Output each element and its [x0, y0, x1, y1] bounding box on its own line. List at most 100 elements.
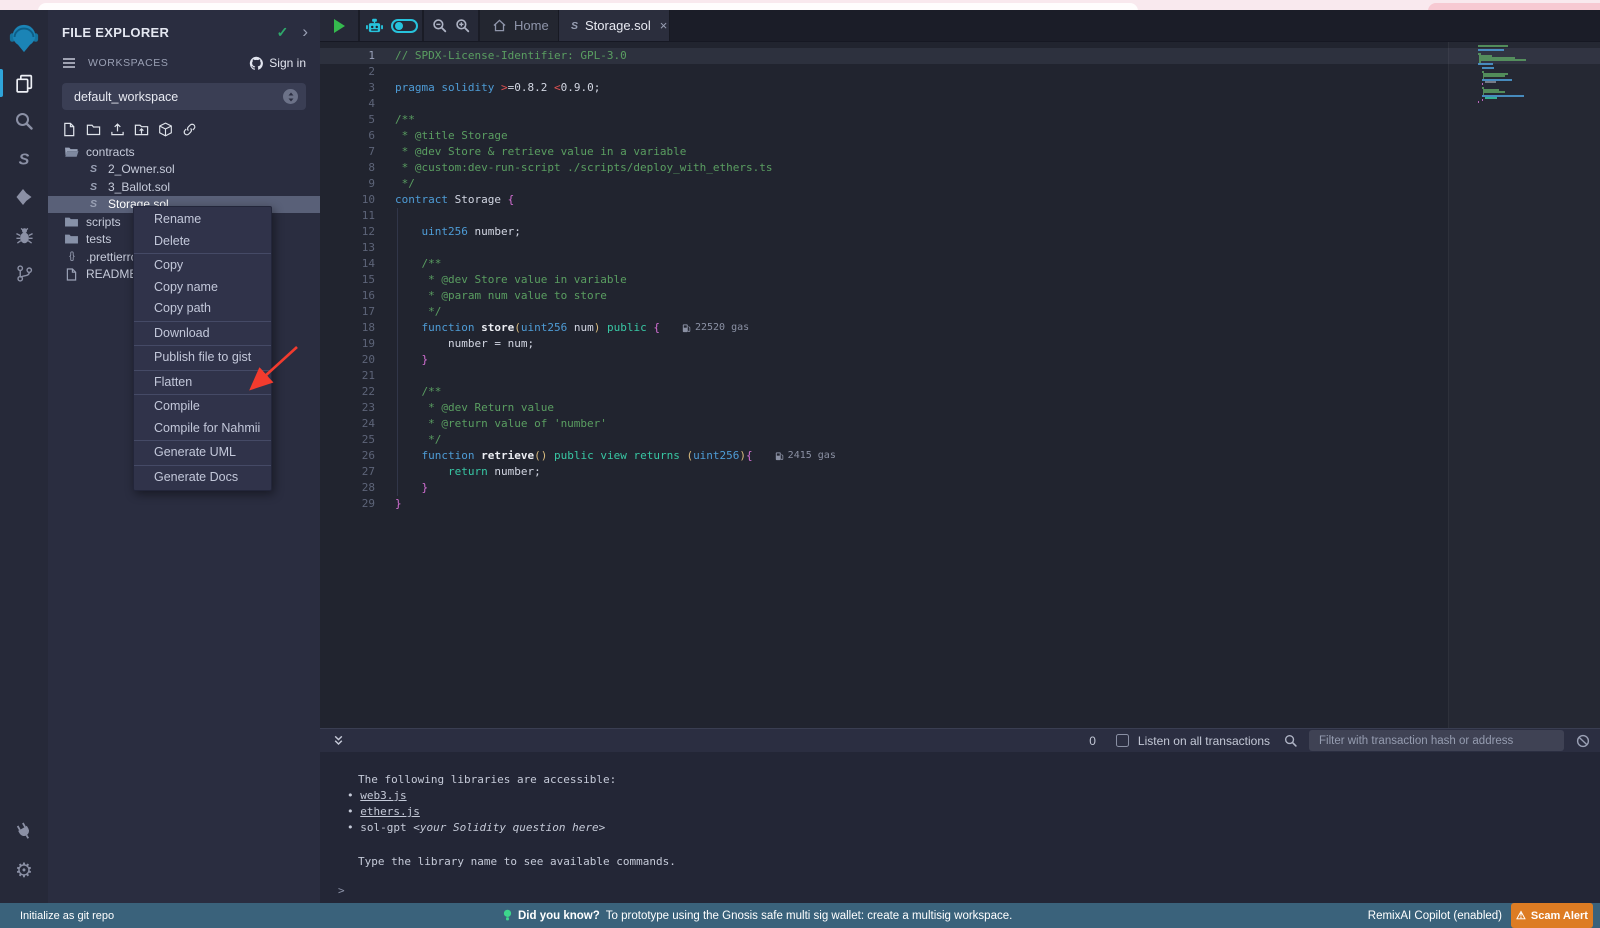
menu-separator — [134, 370, 271, 371]
tab-storage-sol[interactable]: S Storage.sol × — [559, 10, 670, 41]
menu-item-delete[interactable]: Delete — [134, 231, 271, 253]
code-line-1[interactable]: 1// SPDX-License-Identifier: GPL-3.0 — [320, 48, 1600, 64]
new-folder-icon[interactable] — [86, 122, 101, 137]
zoom-out-icon[interactable] — [432, 18, 447, 33]
code-line-23[interactable]: 23 * @dev Return value — [320, 400, 1600, 416]
ethers-link[interactable]: ethers.js — [360, 805, 420, 818]
menu-item-download[interactable]: Download — [134, 323, 271, 345]
tree-item-3-ballot-sol[interactable]: S3_Ballot.sol — [48, 178, 320, 196]
code-line-28[interactable]: 28 } — [320, 480, 1600, 496]
deploy-run-icon[interactable] — [0, 178, 48, 216]
tab-home[interactable]: Home — [480, 10, 559, 41]
code-line-4[interactable]: 4 — [320, 96, 1600, 112]
menu-item-rename[interactable]: Rename — [134, 209, 271, 231]
menu-item-compile[interactable]: Compile — [134, 396, 271, 418]
menu-item-copy-name[interactable]: Copy name — [134, 277, 271, 299]
collapse-terminal-icon[interactable] — [333, 735, 344, 746]
code-line-17[interactable]: 17 */ — [320, 304, 1600, 320]
code-text: /** — [395, 112, 415, 128]
code-line-9[interactable]: 9 */ — [320, 176, 1600, 192]
code-line-2[interactable]: 2 — [320, 64, 1600, 80]
link-icon[interactable] — [182, 122, 197, 137]
check-icon[interactable]: ✓ — [277, 24, 289, 41]
code-text: */ — [395, 304, 441, 320]
code-line-26[interactable]: 26 function retrieve() public view retur… — [320, 448, 1600, 464]
git-icon[interactable] — [0, 254, 48, 292]
solidity-compiler-icon[interactable]: S — [0, 140, 48, 178]
line-number: 9 — [320, 176, 375, 192]
code-line-13[interactable]: 13 — [320, 240, 1600, 256]
copilot-status[interactable]: RemixAI Copilot (enabled) — [1368, 910, 1502, 922]
code-line-5[interactable]: 5/** — [320, 112, 1600, 128]
code-line-29[interactable]: 29} — [320, 496, 1600, 512]
menu-item-generate-uml[interactable]: Generate UML — [134, 442, 271, 464]
code-line-19[interactable]: 19 number = num; — [320, 336, 1600, 352]
listen-transactions-checkbox[interactable] — [1116, 734, 1129, 747]
cube-ipfs-icon[interactable] — [158, 122, 173, 137]
menu-item-compile-for-nahmii[interactable]: Compile for Nahmii — [134, 418, 271, 440]
plugin-manager-icon[interactable] — [0, 811, 48, 851]
code-line-15[interactable]: 15 * @dev Store value in variable — [320, 272, 1600, 288]
code-line-12[interactable]: 12 uint256 number; — [320, 224, 1600, 240]
new-file-icon[interactable] — [62, 122, 77, 137]
settings-icon[interactable]: ⚙ — [0, 851, 48, 891]
code-line-8[interactable]: 8 * @custom:dev-run-script ./scripts/dep… — [320, 160, 1600, 176]
code-editor[interactable]: 1// SPDX-License-Identifier: GPL-3.023pr… — [320, 42, 1600, 728]
terminal-search-icon[interactable] — [1284, 734, 1297, 747]
hamburger-menu-icon[interactable] — [62, 57, 76, 69]
line-number: 12 — [320, 224, 375, 240]
tree-item-contracts[interactable]: contracts — [48, 143, 320, 161]
web3-link[interactable]: web3.js — [360, 789, 406, 802]
transaction-filter-input[interactable] — [1309, 730, 1564, 751]
clear-console-icon[interactable] — [1576, 734, 1590, 748]
code-line-6[interactable]: 6 * @title Storage — [320, 128, 1600, 144]
code-text: // SPDX-License-Identifier: GPL-3.0 — [395, 48, 627, 64]
search-icon[interactable] — [0, 102, 48, 140]
menu-item-publish-file-to-gist[interactable]: Publish file to gist — [134, 347, 271, 369]
tree-item-2-owner-sol[interactable]: S2_Owner.sol — [48, 161, 320, 179]
browser-notification-fragment — [1428, 3, 1600, 10]
debugger-icon[interactable] — [0, 216, 48, 254]
code-line-18[interactable]: 18 function store(uint256 num) public {2… — [320, 320, 1600, 336]
code-line-21[interactable]: 21 — [320, 368, 1600, 384]
code-line-11[interactable]: 11 — [320, 208, 1600, 224]
code-line-10[interactable]: 10contract Storage { — [320, 192, 1600, 208]
code-line-14[interactable]: 14 /** — [320, 256, 1600, 272]
upload-folder-icon[interactable] — [134, 122, 149, 137]
menu-item-flatten[interactable]: Flatten — [134, 372, 271, 394]
copilot-toggle[interactable] — [391, 19, 418, 33]
upload-file-icon[interactable] — [110, 122, 125, 137]
code-line-25[interactable]: 25 */ — [320, 432, 1600, 448]
menu-item-copy-path[interactable]: Copy path — [134, 298, 271, 320]
code-line-3[interactable]: 3pragma solidity >=0.8.2 <0.9.0; — [320, 80, 1600, 96]
code-line-24[interactable]: 24 * @return value of 'number' — [320, 416, 1600, 432]
code-text: * @custom:dev-run-script ./scripts/deplo… — [395, 160, 773, 176]
menu-item-copy[interactable]: Copy — [134, 255, 271, 277]
toggle-knob — [395, 22, 403, 30]
line-number: 8 — [320, 160, 375, 176]
ai-robot-icon[interactable] — [365, 18, 384, 34]
minimap[interactable] — [1478, 45, 1554, 103]
code-text: * @dev Store & retrieve value in a varia… — [395, 144, 686, 160]
code-line-16[interactable]: 16 * @param num value to store — [320, 288, 1600, 304]
code-line-22[interactable]: 22 /** — [320, 384, 1600, 400]
terminal-prompt[interactable]: > — [338, 884, 345, 897]
line-number: 15 — [320, 272, 375, 288]
scam-alert-button[interactable]: ⚠ Scam Alert — [1511, 903, 1593, 928]
file-explorer-icon[interactable] — [0, 64, 48, 102]
close-tab-icon[interactable]: × — [660, 18, 668, 33]
chevron-right-icon[interactable]: › — [302, 27, 308, 37]
remix-logo-icon[interactable] — [0, 12, 48, 64]
zoom-in-icon[interactable] — [455, 18, 470, 33]
run-script-button[interactable] — [334, 19, 345, 33]
code-line-27[interactable]: 27 return number; — [320, 464, 1600, 480]
terminal-output[interactable]: The following libraries are accessible: … — [320, 752, 1600, 903]
menu-item-generate-docs[interactable]: Generate Docs — [134, 467, 271, 489]
transaction-count: 0 — [1089, 734, 1096, 748]
workspace-select[interactable]: default_workspace — [62, 83, 306, 110]
sign-in-button[interactable]: Sign in — [249, 56, 306, 71]
code-line-7[interactable]: 7 * @dev Store & retrieve value in a var… — [320, 144, 1600, 160]
minimap-line — [1483, 75, 1506, 77]
code-line-20[interactable]: 20 } — [320, 352, 1600, 368]
git-init-button[interactable]: Initialize as git repo — [0, 910, 114, 922]
